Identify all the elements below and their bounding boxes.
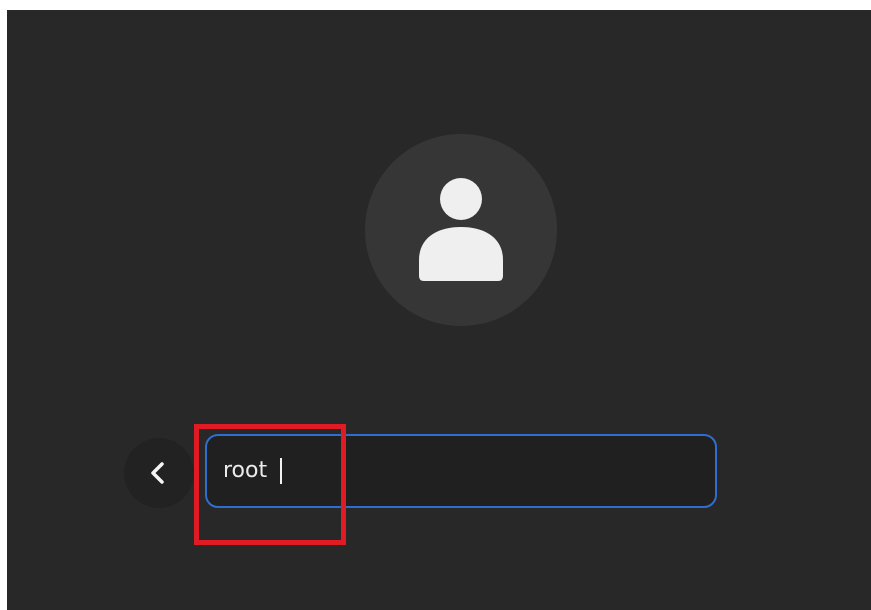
user-avatar [365,134,557,326]
username-input[interactable] [223,436,703,506]
login-screen [7,10,871,610]
username-field[interactable] [205,434,717,508]
back-button[interactable] [124,438,194,508]
chevron-left-icon [151,462,164,484]
user-silhouette-icon [419,178,503,281]
text-cursor [280,458,282,484]
